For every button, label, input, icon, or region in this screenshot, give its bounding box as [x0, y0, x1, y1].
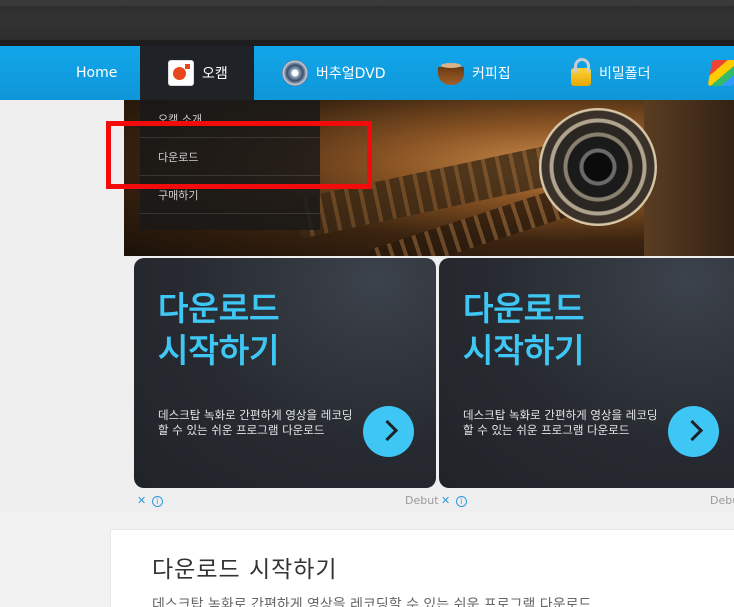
content-section: 다운로드 시작하기 데스크탑 녹화로 간편하게 영상을 레코딩할 수 있는 쉬운… [0, 512, 734, 607]
close-icon[interactable]: ✕ [137, 494, 146, 507]
nav-virtualdvd-label: 버추얼DVD [316, 66, 386, 82]
top-strip [0, 0, 734, 6]
nav-coffeeshop-label: 커피집 [472, 66, 511, 82]
nav-secret-folder[interactable]: 비밀폴더 [571, 46, 651, 100]
ad-brand-label[interactable]: Debut [405, 494, 439, 507]
nav-coffeeshop[interactable]: 커피집 [438, 46, 511, 100]
ad-brand-label[interactable]: Debut [710, 494, 734, 507]
main-navbar: Home 오캠 버추얼DVD 커피집 비밀폴더 [0, 46, 734, 100]
chevron-right-icon[interactable] [668, 406, 719, 457]
nav-ocam[interactable]: 오캠 [140, 46, 254, 100]
camera-body [644, 100, 734, 256]
ad-card-title-line2: 시작하기 [158, 331, 280, 370]
ad-card-description: 데스크탑 녹화로 간편하게 영상을 레코딩할 수 있는 쉬운 프로그램 다운로드 [463, 408, 658, 437]
nav-virtualdvd[interactable]: 버추얼DVD [282, 46, 386, 100]
close-icon[interactable]: ✕ [441, 494, 450, 507]
chevron-right-icon[interactable] [363, 406, 414, 457]
nav-paint[interactable] [707, 46, 734, 100]
ad-card-download[interactable]: 다운로드 시작하기 데스크탑 녹화로 간편하게 영상을 레코딩할 수 있는 쉬운… [134, 258, 436, 488]
ad-card-title-line1: 다운로드 [463, 289, 585, 328]
camera-lens [539, 108, 657, 226]
red-highlight-box [106, 121, 372, 189]
content-card: 다운로드 시작하기 데스크탑 녹화로 간편하게 영상을 레코딩할 수 있는 쉬운… [110, 529, 734, 607]
nav-ocam-label: 오캠 [202, 66, 228, 82]
ad-card-title: 다운로드 시작하기 [463, 288, 584, 372]
paint-icon [707, 60, 734, 86]
dvd-icon [282, 60, 308, 86]
ad-choices-bar: ✕ i Debut [441, 494, 734, 510]
coffee-cup-icon [438, 63, 464, 85]
browser-top-bar [0, 0, 734, 46]
ad-choices-bar: ✕ i Debut [137, 494, 439, 510]
section-heading: 다운로드 시작하기 [152, 557, 338, 583]
nav-secret-folder-label: 비밀폴더 [599, 66, 651, 82]
padlock-icon [571, 58, 591, 86]
ad-card-description: 데스크탑 녹화로 간편하게 영상을 레코딩할 수 있는 쉬운 프로그램 다운로드 [158, 408, 353, 437]
info-icon[interactable]: i [151, 496, 163, 507]
nav-home-label: Home [76, 65, 118, 81]
ocam-icon [168, 60, 194, 86]
ad-card-title: 다운로드 시작하기 [158, 288, 279, 372]
ad-card-download[interactable]: 다운로드 시작하기 데스크탑 녹화로 간편하게 영상을 레코딩할 수 있는 쉬운… [439, 258, 734, 488]
ad-card-title-line2: 시작하기 [463, 331, 585, 370]
section-subtext: 데스크탑 녹화로 간편하게 영상을 레코딩할 수 있는 쉬운 프로그램 다운로드 [152, 597, 592, 607]
ad-card-title-line1: 다운로드 [158, 289, 280, 328]
nav-home[interactable]: Home [76, 46, 117, 100]
info-icon[interactable]: i [455, 496, 467, 507]
